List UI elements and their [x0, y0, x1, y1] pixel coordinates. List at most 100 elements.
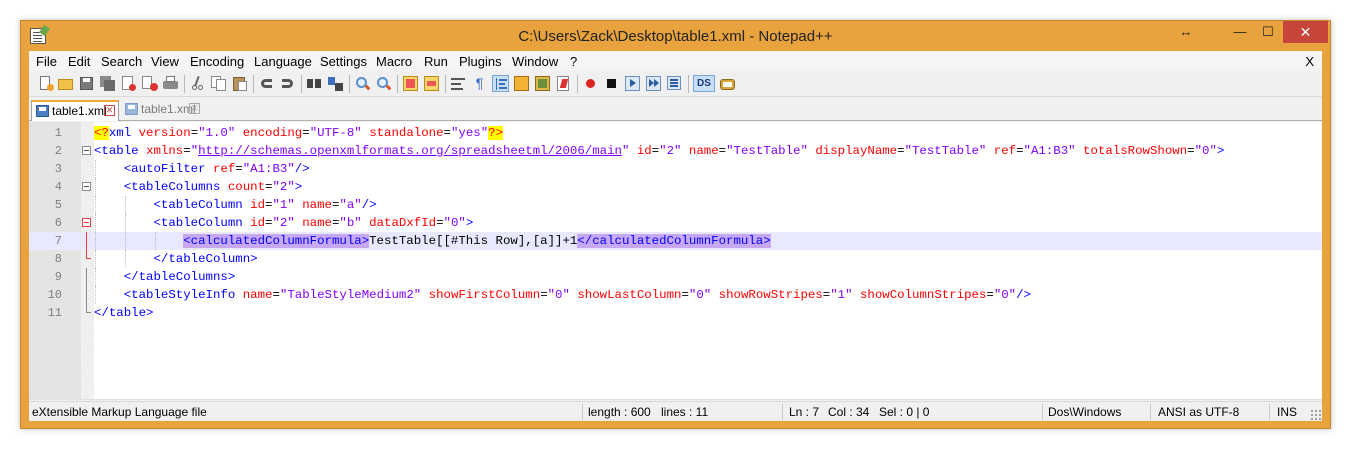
token-pi: ?>: [488, 126, 504, 140]
code-text[interactable]: <?xml version="1.0" encoding="UTF-8" sta…: [94, 124, 504, 142]
menu-language[interactable]: Language: [254, 54, 312, 69]
indent-guide-icon[interactable]: [492, 75, 509, 92]
record-macro-icon[interactable]: [582, 75, 599, 92]
document-switcher-icon[interactable]: DS: [693, 75, 715, 92]
new-file-icon[interactable]: [37, 75, 54, 92]
status-insert-mode[interactable]: INS: [1277, 405, 1297, 419]
user-language-icon[interactable]: [513, 75, 530, 92]
code-text[interactable]: <tableColumns count="2">: [94, 178, 302, 196]
menu-settings[interactable]: Settings: [320, 54, 367, 69]
code-text[interactable]: <table xmlns="http://schemas.openxmlform…: [94, 142, 1224, 160]
zoom-in-icon[interactable]: [354, 75, 371, 92]
code-line[interactable]: 11 </table>: [29, 304, 1322, 322]
token-val: "0": [547, 288, 570, 302]
zoom-out-icon[interactable]: [375, 75, 392, 92]
fold-toggle-icon[interactable]: [82, 146, 91, 155]
copy-icon[interactable]: [210, 75, 227, 92]
menu-run[interactable]: Run: [424, 54, 448, 69]
tab-table1-inactive[interactable]: table1.xml ✕: [121, 100, 203, 121]
token-val: "a": [339, 198, 362, 212]
plugin-icon[interactable]: [719, 75, 736, 92]
status-selection: Sel : 0 | 0: [879, 405, 930, 419]
paste-icon[interactable]: [231, 75, 248, 92]
word-wrap-icon[interactable]: [450, 75, 467, 92]
token-tag: />: [294, 162, 310, 176]
menu-help[interactable]: ?: [570, 54, 577, 69]
code-text[interactable]: </table>: [94, 304, 154, 322]
code-text[interactable]: </tableColumn>: [94, 250, 258, 268]
code-line[interactable]: 9 </tableColumns>: [29, 268, 1322, 286]
show-all-chars-icon[interactable]: ¶: [471, 75, 488, 92]
menu-encoding[interactable]: Encoding: [190, 54, 244, 69]
sync-horizontal-icon[interactable]: [423, 75, 440, 92]
stop-record-icon[interactable]: [603, 75, 620, 92]
sync-vertical-icon[interactable]: [402, 75, 419, 92]
menu-plugins[interactable]: Plugins: [459, 54, 502, 69]
code-text[interactable]: <tableColumn id="1" name="a"/>: [94, 196, 377, 214]
tab-table1-active[interactable]: table1.xml ✕: [31, 100, 119, 121]
code-text[interactable]: <calculatedColumnFormula>TestTable[[#Thi…: [94, 232, 771, 250]
code-text[interactable]: </tableColumns>: [94, 268, 236, 286]
title-bar[interactable]: C:\Users\Zack\Desktop\table1.xml - Notep…: [21, 21, 1330, 51]
code-line[interactable]: 6 <tableColumn id="2" name="b" dataDxfId…: [29, 214, 1322, 232]
code-line[interactable]: 5 <tableColumn id="1" name="a"/>: [29, 196, 1322, 214]
close-document-button[interactable]: X: [1305, 54, 1314, 69]
token-link[interactable]: http://schemas.openxmlformats.org/spread…: [198, 144, 622, 158]
print-icon[interactable]: [162, 75, 179, 92]
code-text[interactable]: <tableStyleInfo name="TableStyleMedium2"…: [94, 286, 1031, 304]
find-icon[interactable]: [306, 75, 323, 92]
menu-edit[interactable]: Edit: [68, 54, 90, 69]
save-icon[interactable]: [78, 75, 95, 92]
status-encoding[interactable]: ANSI as UTF-8: [1158, 405, 1239, 419]
code-line[interactable]: 7 <calculatedColumnFormula>TestTable[[#T…: [29, 232, 1322, 250]
line-number: 9: [54, 270, 62, 284]
save-all-icon[interactable]: [99, 75, 116, 92]
document-map-icon[interactable]: [534, 75, 551, 92]
function-list-icon[interactable]: [555, 75, 572, 92]
code-text[interactable]: <autoFilter ref="A1:B3"/>: [94, 160, 310, 178]
menu-window[interactable]: Window: [512, 54, 558, 69]
close-window-button[interactable]: ✕: [1283, 21, 1328, 43]
redo-icon[interactable]: [279, 75, 296, 92]
code-line[interactable]: 10 <tableStyleInfo name="TableStyleMediu…: [29, 286, 1322, 304]
code-text[interactable]: <tableColumn id="2" name="b" dataDxfId="…: [94, 214, 474, 232]
resize-arrows-icon[interactable]: ↔: [1171, 21, 1201, 43]
open-file-icon[interactable]: [57, 75, 74, 92]
menu-file[interactable]: File: [36, 54, 57, 69]
status-eol-format[interactable]: Dos\Windows: [1048, 405, 1121, 419]
undo-icon[interactable]: [258, 75, 275, 92]
run-macro-multiple-icon[interactable]: [645, 75, 662, 92]
code-line[interactable]: 4 <tableColumns count="2">: [29, 178, 1322, 196]
code-lines[interactable]: 1 <?xml version="1.0" encoding="UTF-8" st…: [29, 124, 1322, 322]
code-line[interactable]: 1 <?xml version="1.0" encoding="UTF-8" st…: [29, 124, 1322, 142]
fold-toggle-icon[interactable]: [82, 218, 91, 227]
token-attr: count: [227, 180, 266, 194]
play-macro-icon[interactable]: [624, 75, 641, 92]
save-macro-icon[interactable]: [666, 75, 683, 92]
token-tag: <tableStyleInfo: [123, 288, 243, 302]
menu-search[interactable]: Search: [101, 54, 142, 69]
token-text: TestTable[[#This Row],[a]]+1: [369, 234, 578, 248]
close-all-icon[interactable]: [141, 75, 158, 92]
menu-view[interactable]: View: [151, 54, 179, 69]
code-line[interactable]: 2 <table xmlns="http://schemas.openxmlfor…: [29, 142, 1322, 160]
replace-icon[interactable]: [327, 75, 344, 92]
editor-area[interactable]: 1 <?xml version="1.0" encoding="UTF-8" st…: [29, 122, 1322, 416]
menu-macro[interactable]: Macro: [376, 54, 412, 69]
tab-close-icon[interactable]: ✕: [104, 105, 115, 116]
cut-icon[interactable]: [189, 75, 206, 92]
resize-grip[interactable]: [1310, 409, 1321, 420]
fold-line: [86, 268, 87, 286]
token-attr: totalsRowShown: [1083, 144, 1188, 158]
close-icon[interactable]: [120, 75, 137, 92]
code-line[interactable]: 3 <autoFilter ref="A1:B3"/>: [29, 160, 1322, 178]
token-tag: <tableColumn: [153, 216, 251, 230]
maximize-button[interactable]: ☐: [1253, 21, 1283, 43]
tab-close-icon[interactable]: ✕: [189, 103, 200, 114]
minimize-button[interactable]: —: [1225, 21, 1255, 43]
code-line[interactable]: 8 </tableColumn>: [29, 250, 1322, 268]
fold-toggle-icon[interactable]: [82, 182, 91, 191]
